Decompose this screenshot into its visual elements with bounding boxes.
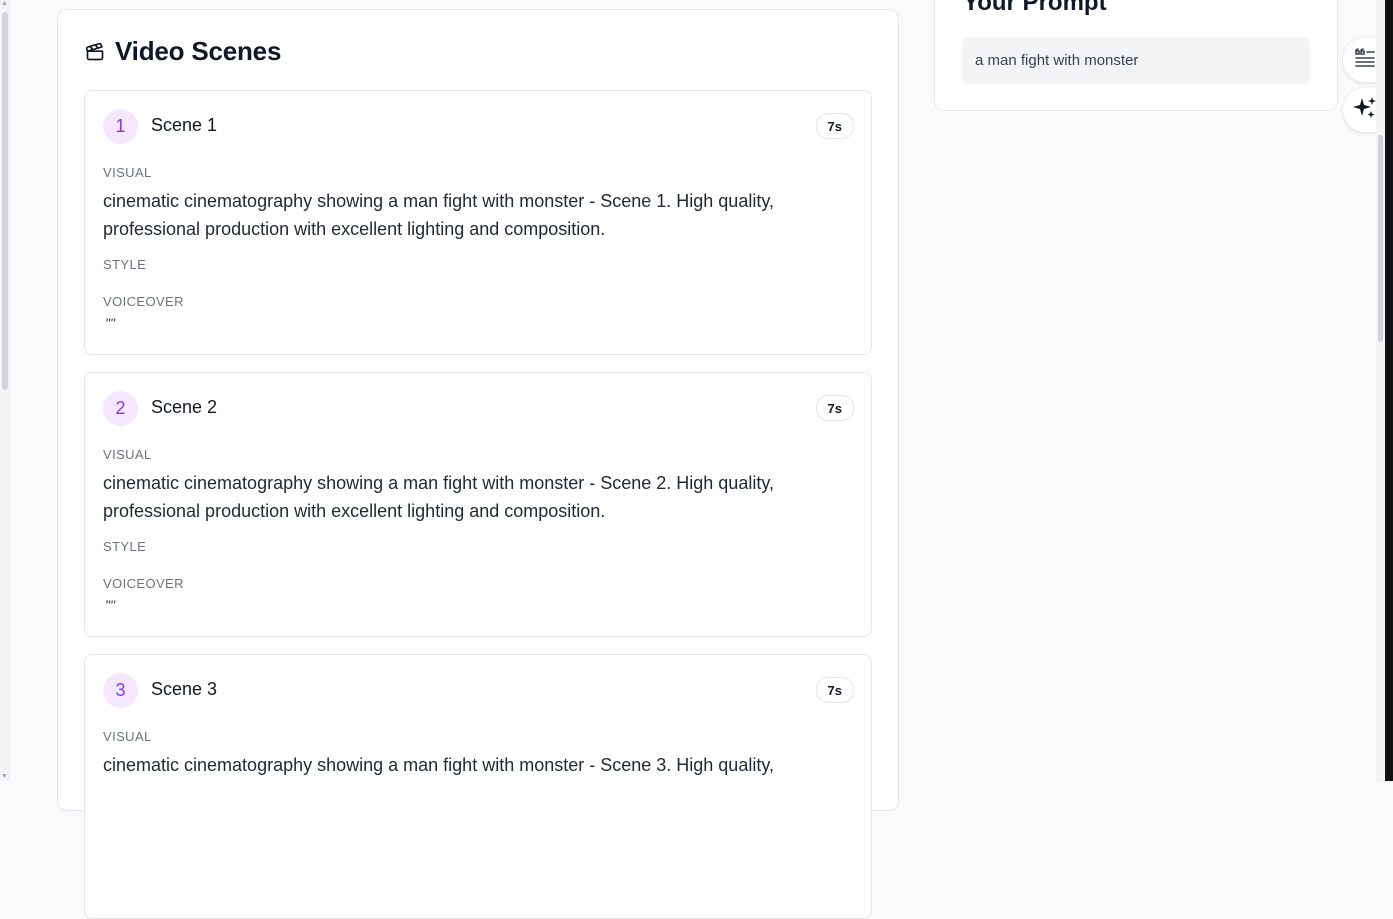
clapperboard-icon bbox=[85, 42, 105, 62]
duration-badge: 7s bbox=[815, 113, 854, 139]
video-scenes-panel: Video Scenes 1 Scene 1 7s VISUAL cinemat… bbox=[57, 9, 899, 919]
scene-card[interactable]: 2 Scene 2 7s VISUAL cinematic cinematogr… bbox=[84, 372, 872, 637]
visual-label: VISUAL bbox=[103, 165, 152, 180]
voiceover-label: VOICEOVER bbox=[103, 294, 184, 309]
scene-card[interactable]: 3 Scene 3 7s VISUAL cinematic cinematogr… bbox=[84, 654, 872, 919]
visual-description: cinematic cinematography showing a man f… bbox=[103, 191, 774, 239]
scene-number-badge: 3 bbox=[103, 673, 138, 708]
page-title: Video Scenes bbox=[115, 36, 282, 66]
right-scrollbar[interactable] bbox=[1376, 0, 1385, 781]
quote-lines-icon bbox=[1354, 47, 1376, 73]
prompt-text-box: a man fight with monster bbox=[962, 37, 1310, 84]
prompt-panel-title: Your Prompt bbox=[963, 0, 1107, 16]
style-label: STYLE bbox=[103, 257, 147, 272]
visual-description: cinematic cinematography showing a man f… bbox=[103, 755, 774, 775]
scene-title: Scene 3 bbox=[151, 679, 218, 699]
scene-number-badge: 2 bbox=[103, 391, 138, 426]
sparkles-icon bbox=[1352, 95, 1378, 126]
scene-title: Scene 2 bbox=[151, 397, 218, 417]
style-label: STYLE bbox=[103, 539, 147, 554]
voiceover-text: "" bbox=[105, 315, 115, 331]
voiceover-text: "" bbox=[105, 597, 115, 613]
outer-scrollbar[interactable]: ▲ ▼ bbox=[0, 0, 10, 781]
right-scrollbar-thumb[interactable] bbox=[1378, 135, 1383, 342]
panel-header: Video Scenes bbox=[85, 36, 281, 67]
duration-badge: 7s bbox=[815, 395, 854, 421]
visual-label: VISUAL bbox=[103, 447, 152, 462]
window-edge bbox=[1385, 0, 1393, 781]
scene-title: Scene 1 bbox=[151, 115, 218, 135]
prompt-panel: Your Prompt a man fight with monster bbox=[934, 0, 1338, 111]
visual-label: VISUAL bbox=[103, 729, 152, 744]
voiceover-label: VOICEOVER bbox=[103, 576, 184, 591]
scroll-up-arrow-icon[interactable]: ▲ bbox=[0, 0, 9, 8]
scroll-down-arrow-icon[interactable]: ▼ bbox=[0, 773, 9, 781]
scene-number-badge: 1 bbox=[103, 109, 138, 144]
duration-badge: 7s bbox=[815, 677, 854, 703]
scrollbar-thumb[interactable] bbox=[2, 12, 8, 390]
visual-description: cinematic cinematography showing a man f… bbox=[103, 473, 774, 521]
scene-card[interactable]: 1 Scene 1 7s VISUAL cinematic cinematogr… bbox=[84, 90, 872, 355]
